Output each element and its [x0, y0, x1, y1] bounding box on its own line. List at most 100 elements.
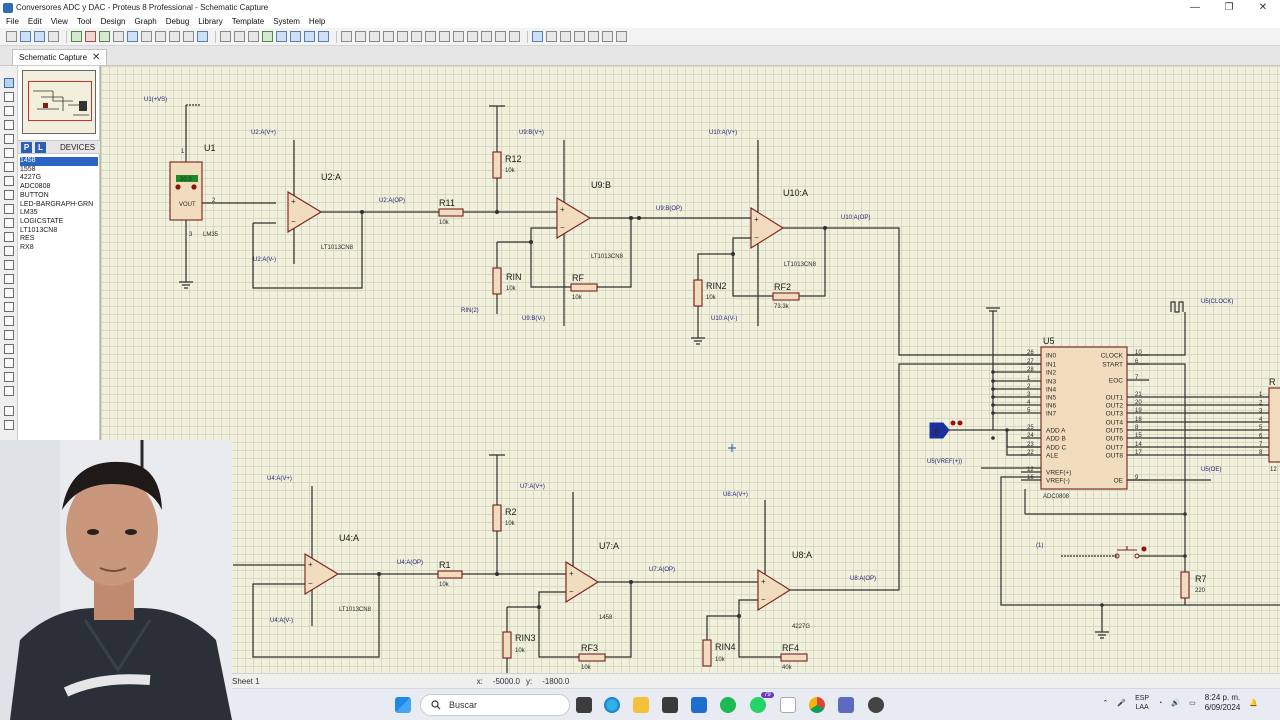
tape-recorder-icon[interactable]: [4, 218, 14, 228]
file-explorer-icon[interactable]: [633, 697, 649, 713]
wifi-icon[interactable]: ◔: [1158, 700, 1162, 707]
pick-device-icon[interactable]: [467, 31, 478, 42]
selection-mode-icon[interactable]: [4, 78, 14, 88]
u4a-opamp[interactable]: + −: [304, 553, 340, 595]
device-list-item[interactable]: 1458: [20, 157, 98, 166]
exit-to-parent-icon[interactable]: [602, 31, 613, 42]
new-sheet-icon[interactable]: [574, 31, 585, 42]
subcircuit-icon[interactable]: [4, 162, 14, 172]
device-list-item[interactable]: LED-BARGRAPH-GRN: [20, 201, 98, 210]
redo-icon[interactable]: [355, 31, 366, 42]
pan-icon[interactable]: [262, 31, 273, 42]
sheet-indicator[interactable]: Sheet 1: [232, 677, 260, 686]
notes-icon[interactable]: [183, 31, 194, 42]
show-hidden-icons-icon[interactable]: ⌃: [1103, 699, 1109, 707]
package-tool-icon[interactable]: [495, 31, 506, 42]
3d-view-icon[interactable]: [113, 31, 124, 42]
windows-start-icon[interactable]: [395, 697, 411, 713]
rotate-counterclockwise-icon[interactable]: [4, 420, 14, 430]
undo-icon[interactable]: [341, 31, 352, 42]
menu-graph[interactable]: Graph: [134, 17, 156, 26]
spotify-icon[interactable]: [720, 697, 736, 713]
r11-resistor[interactable]: [438, 208, 464, 217]
rotate-clockwise-icon[interactable]: [4, 406, 14, 416]
voltage-probe-icon[interactable]: [4, 246, 14, 256]
rx8-bargraph[interactable]: [1268, 387, 1280, 463]
volume-icon[interactable]: 🔊: [1171, 699, 1180, 707]
line-tool-icon[interactable]: [4, 288, 14, 298]
r1-resistor[interactable]: [437, 570, 463, 579]
box-tool-icon[interactable]: [4, 302, 14, 312]
rin-resistor[interactable]: [492, 267, 502, 295]
u7a-opamp[interactable]: + −: [565, 561, 600, 603]
u8a-opamp[interactable]: + −: [757, 569, 792, 611]
text-script-icon[interactable]: [4, 134, 14, 144]
rf2-resistor[interactable]: [772, 292, 800, 301]
menu-file[interactable]: File: [6, 17, 19, 26]
circle-tool-icon[interactable]: [4, 316, 14, 326]
netlist-icon[interactable]: [616, 31, 627, 42]
refresh-icon[interactable]: [220, 31, 231, 42]
device-list-item[interactable]: LOGICSTATE: [20, 218, 98, 227]
open-file-icon[interactable]: [20, 31, 31, 42]
graph-mode-icon[interactable]: [4, 204, 14, 214]
device-list-item[interactable]: LM35: [20, 209, 98, 218]
cut-icon[interactable]: [369, 31, 380, 42]
menu-help[interactable]: Help: [309, 17, 325, 26]
chrome-icon[interactable]: [809, 697, 825, 713]
path-tool-icon[interactable]: [4, 344, 14, 354]
u2a-opamp[interactable]: + −: [287, 191, 323, 233]
text-tool-icon[interactable]: [4, 358, 14, 368]
device-pins-icon[interactable]: [4, 190, 14, 200]
menu-template[interactable]: Template: [232, 17, 264, 26]
wire-autorouter-icon[interactable]: [532, 31, 543, 42]
source-code-icon[interactable]: [169, 31, 180, 42]
pcb-layout-icon[interactable]: [99, 31, 110, 42]
r7-resistor[interactable]: [1180, 571, 1190, 599]
maximize-button[interactable]: ❐: [1212, 2, 1246, 13]
u10a-opamp[interactable]: + −: [750, 207, 785, 249]
obs-studio-icon[interactable]: [868, 697, 884, 713]
paste-icon[interactable]: [397, 31, 408, 42]
block-rotate-icon[interactable]: [439, 31, 450, 42]
terminals-icon[interactable]: [4, 176, 14, 186]
rf4-resistor[interactable]: [780, 653, 808, 662]
r2-resistor[interactable]: [492, 504, 502, 532]
block-move-icon[interactable]: [425, 31, 436, 42]
battery-icon[interactable]: ▭: [1189, 699, 1196, 707]
task-view-icon[interactable]: [576, 697, 592, 713]
current-probe-icon[interactable]: [4, 260, 14, 270]
zoom-area-icon[interactable]: [318, 31, 329, 42]
library-manager-button[interactable]: L: [35, 141, 46, 153]
rin4-resistor[interactable]: [702, 639, 712, 667]
generator-icon[interactable]: [4, 232, 14, 242]
close-tab-icon[interactable]: ✕: [92, 52, 100, 63]
zoom-out-icon[interactable]: [290, 31, 301, 42]
minimize-button[interactable]: —: [1178, 2, 1212, 13]
notepad-icon[interactable]: [780, 697, 796, 713]
block-delete-icon[interactable]: [453, 31, 464, 42]
home-icon[interactable]: [71, 31, 82, 42]
pick-devices-button[interactable]: P: [21, 141, 32, 153]
property-assignment-icon[interactable]: [560, 31, 571, 42]
device-list-item[interactable]: LT1013CN8: [20, 227, 98, 236]
rin3-resistor[interactable]: [502, 631, 512, 659]
whatsapp-icon[interactable]: [750, 697, 766, 713]
device-list-item[interactable]: 1558: [20, 166, 98, 175]
grid-toggle-icon[interactable]: [234, 31, 245, 42]
rin2-resistor[interactable]: [693, 279, 703, 307]
remove-sheet-icon[interactable]: [588, 31, 599, 42]
menu-view[interactable]: View: [51, 17, 68, 26]
close-window-button[interactable]: ✕: [1246, 2, 1280, 13]
design-explorer-icon[interactable]: [141, 31, 152, 42]
marker-tool-icon[interactable]: [4, 386, 14, 396]
junction-dot-icon[interactable]: [4, 106, 14, 116]
microsoft-store-icon[interactable]: [662, 697, 678, 713]
overview-window[interactable]: [22, 70, 96, 134]
help-icon[interactable]: [197, 31, 208, 42]
buses-icon[interactable]: [4, 148, 14, 158]
microphone-icon[interactable]: 🎤: [1117, 699, 1126, 707]
origin-icon[interactable]: [248, 31, 259, 42]
tab-schematic-capture[interactable]: Schematic Capture ✕: [12, 49, 108, 65]
taskbar-search-box[interactable]: Buscar: [420, 694, 570, 716]
